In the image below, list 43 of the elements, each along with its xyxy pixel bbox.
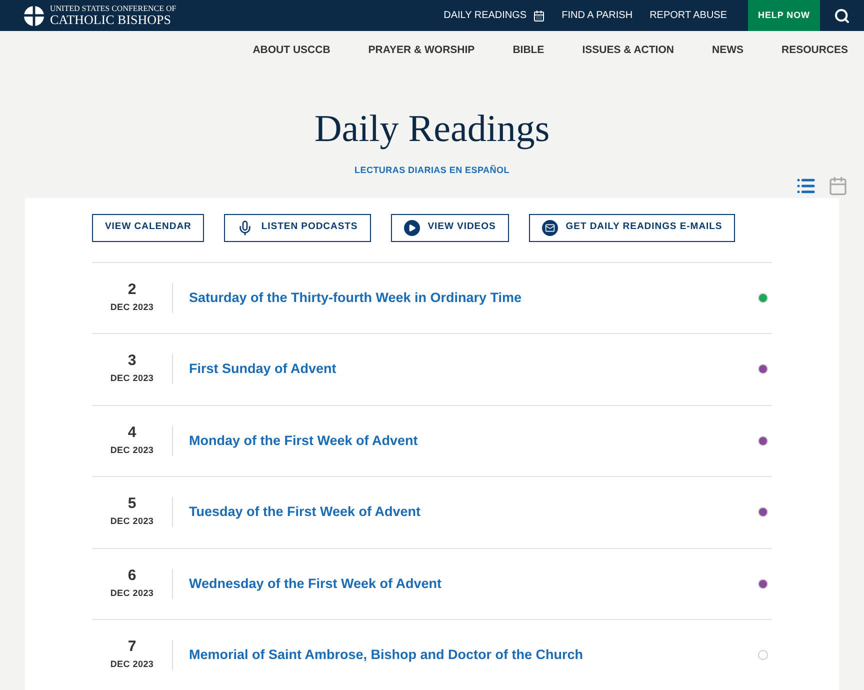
header-link[interactable]: FIND A PARISH (562, 8, 633, 23)
help-now-button[interactable]: HELP NOW (748, 0, 820, 31)
reading-link[interactable]: Wednesday of the First Week of Advent (189, 574, 442, 594)
reading-month-year: DEC 2023 (110, 372, 154, 385)
nav-link[interactable]: PRAYER & WORSHIP (368, 42, 475, 58)
calendar-icon (532, 10, 545, 22)
reading-link[interactable]: Saturday of the Thirty-fourth Week in Ordinary Time (189, 288, 522, 308)
reading-month-year: DEC 2023 (110, 658, 154, 671)
reading-month-year: DEC 2023 (110, 300, 154, 314)
action-button[interactable]: GET DAILY READINGS E-MAILS (528, 214, 736, 242)
nav-link[interactable]: ABOUT USCCB (252, 42, 330, 58)
logo-text: UNITED STATES CONFERENCE OF (50, 5, 176, 13)
reading-day: 5 (128, 496, 136, 511)
page-title: Daily Readings (314, 110, 550, 148)
play-glyph-icon (408, 224, 416, 232)
search-icon (834, 8, 850, 24)
nav-link[interactable]: NEWS (712, 42, 744, 58)
reading-link[interactable]: Monday of the First Week of Advent (189, 430, 418, 451)
header-link[interactable]: REPORT ABUSE (650, 8, 727, 23)
reading-month-year: DEC 2023 (110, 515, 154, 528)
nav-link[interactable]: RESOURCES (781, 42, 848, 58)
reading-day: 3 (128, 353, 136, 368)
action-button[interactable]: VIEW CALENDAR (92, 214, 204, 242)
reading-link[interactable]: Tuesday of the First Week of Advent (189, 502, 421, 522)
reading-day: 2 (128, 282, 136, 296)
nav-link[interactable]: BIBLE (512, 42, 544, 58)
spanish-readings-link[interactable]: LECTURAS DIARIAS EN ESPAÑOL (354, 164, 510, 178)
cross-logo-icon (24, 6, 44, 26)
action-button[interactable]: VIEW VIDEOS (390, 214, 509, 242)
logo-text: CATHOLIC BISHOPS (50, 13, 172, 26)
reading-link[interactable]: First Sunday of Advent (189, 359, 336, 380)
nav-link[interactable]: ISSUES & ACTION (582, 42, 674, 58)
action-button[interactable]: LISTEN PODCASTS (224, 214, 371, 242)
envelope-icon (544, 222, 555, 232)
reading-day: 6 (128, 568, 136, 582)
microphone-icon (237, 220, 254, 236)
reading-month-year: DEC 2023 (110, 444, 154, 456)
header-link[interactable]: DAILY READINGS (444, 8, 545, 23)
calendar-icon (828, 176, 848, 196)
reading-link[interactable]: Memorial of Saint Ambrose, Bishop and Doctor of the Church (189, 645, 584, 666)
reading-day: 7 (128, 639, 136, 654)
reading-month-year: DEC 2023 (110, 586, 154, 600)
reading-day: 4 (128, 424, 136, 440)
